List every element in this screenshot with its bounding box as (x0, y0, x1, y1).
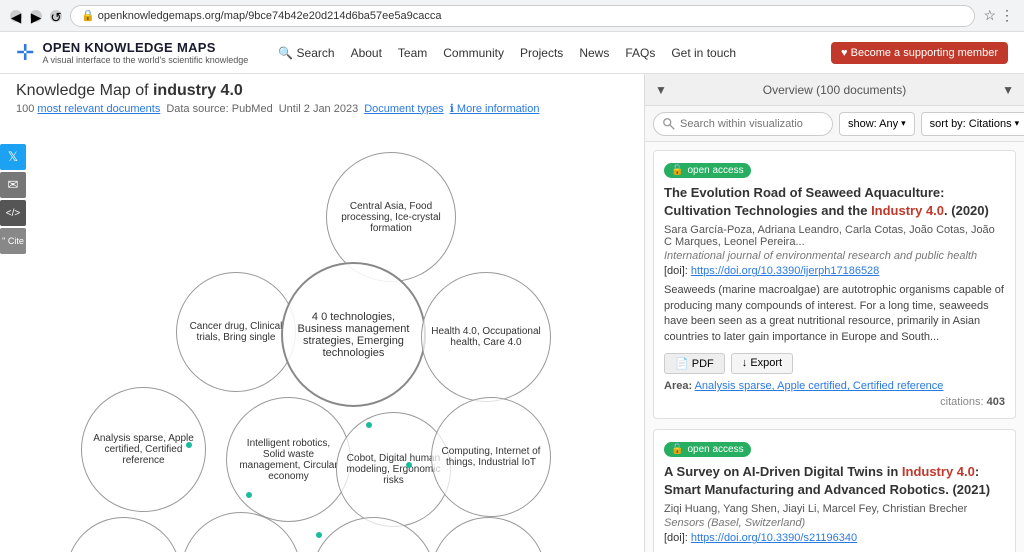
most-relevant-link[interactable]: most relevant documents (37, 103, 160, 115)
overview-label: Overview (100 documents) (763, 83, 906, 97)
teal-dot (316, 532, 322, 538)
document-list: 🔓 open access The Evolution Road of Seaw… (645, 142, 1024, 552)
show-dropdown[interactable]: show: Any ▾ (839, 112, 915, 136)
search-within-input[interactable] (653, 112, 833, 136)
browser-icons: ☆ ⋮ (983, 7, 1014, 24)
lock-open-icon: 🔓 (671, 165, 683, 176)
nav-team[interactable]: Team (398, 46, 427, 60)
citations: citations: 403 (664, 396, 1005, 408)
logo-text: OPEN KNOWLEDGE MAPS A visual interface t… (42, 40, 248, 65)
document-item: 🔓 open access A Survey on AI-Driven Digi… (653, 429, 1016, 552)
nav-about[interactable]: About (351, 46, 382, 60)
pdf-button[interactable]: 📄 PDF (664, 353, 725, 374)
doc-authors: Sara García-Poza, Adriana Leandro, Carla… (664, 224, 1005, 248)
map-circle-c2[interactable]: Cancer drug, Clinical trials, Bring sing… (176, 272, 296, 392)
right-panel: ▼ Overview (100 documents) ▼ show: Any ▾… (644, 74, 1024, 552)
embed-button[interactable]: </> (0, 200, 26, 226)
teal-dot (186, 442, 192, 448)
doc-title: The Evolution Road of Seaweed Aquacultur… (664, 184, 1005, 220)
map-circle-c3[interactable]: 4 0 technologies, Business management st… (281, 262, 426, 407)
expand-icon[interactable]: ▼ (1002, 83, 1014, 97)
twitter-button[interactable]: 𝕏 (0, 144, 26, 170)
map-circle-c4[interactable]: Health 4.0, Occupational health, Care 4.… (421, 272, 551, 402)
show-chevron-icon: ▾ (901, 118, 906, 129)
area-links[interactable]: Analysis sparse, Apple certified, Certif… (695, 380, 944, 392)
export-button[interactable]: ↓ Export (731, 353, 793, 374)
back-btn[interactable]: ◀ (10, 10, 22, 22)
doi-link[interactable]: https://doi.org/10.3390/s21196340 (691, 532, 857, 544)
doc-authors: Ziqi Huang, Yang Shen, Jiayi Li, Marcel … (664, 503, 1005, 515)
knowledge-map[interactable]: Central Asia, Food processing, Ice-cryst… (26, 142, 644, 552)
nav-search[interactable]: 🔍 Search (278, 46, 334, 60)
page-title: Knowledge Map of industry 4.0 (16, 82, 628, 100)
nav-faqs[interactable]: FAQs (625, 46, 655, 60)
document-types-link[interactable]: Document types (364, 103, 443, 115)
logo-icon: ✛ (16, 40, 34, 66)
email-button[interactable]: ✉ (0, 172, 26, 198)
map-circle-c8[interactable]: Computing, Internet of things, Industria… (431, 397, 551, 517)
doc-buttons: 📄 PDF ↓ Export (664, 353, 1005, 374)
support-button[interactable]: ♥ Become a supporting member (831, 42, 1008, 64)
page-layout: Knowledge Map of industry 4.0 100 most r… (0, 74, 1024, 552)
map-circle-c6[interactable]: Intelligent robotics, Solid waste manage… (226, 397, 351, 522)
doc-journal: International journal of environmental r… (664, 250, 1005, 262)
teal-dot (406, 462, 412, 468)
map-circle-c11[interactable]: EEG sensors, Manufacturing systems, Deep (431, 517, 546, 552)
sort-dropdown[interactable]: sort by: Citations ▾ (921, 112, 1024, 136)
panel-controls: show: Any ▾ sort by: Citations ▾ (645, 106, 1024, 142)
teal-dot (366, 422, 372, 428)
doc-doi: [doi]: https://doi.org/10.3390/s21196340 (664, 532, 1005, 544)
doi-link[interactable]: https://doi.org/10.3390/ijerph17186528 (691, 265, 879, 277)
more-info-link[interactable]: ℹ More information (450, 102, 540, 115)
nav-community[interactable]: Community (443, 46, 504, 60)
doc-area: Area: Analysis sparse, Apple certified, … (664, 380, 1005, 392)
page-meta: 100 most relevant documents Data source:… (16, 102, 628, 115)
cite-button[interactable]: " Cite (0, 228, 26, 254)
panel-top-bar: ▼ Overview (100 documents) ▼ (645, 74, 1024, 106)
nav-news[interactable]: News (579, 46, 609, 60)
sort-chevron-icon: ▾ (1015, 118, 1020, 129)
nav-links: 🔍 Search About Team Community Projects N… (278, 46, 831, 60)
lock-open-icon: 🔓 (671, 444, 683, 455)
open-access-badge: 🔓 open access (664, 442, 751, 457)
doc-doi: [doi]: https://doi.org/10.3390/ijerph171… (664, 265, 1005, 277)
social-sidebar: 𝕏 ✉ </> " Cite (0, 144, 26, 254)
nav-projects[interactable]: Projects (520, 46, 563, 60)
doc-journal: Sensors (Basel, Switzerland) (664, 517, 1005, 529)
doc-abstract: Seaweeds (marine macroalgae) are autotro… (664, 283, 1005, 345)
logo-area: ✛ OPEN KNOWLEDGE MAPS A visual interface… (16, 40, 248, 66)
doc-title: A Survey on AI-Driven Digital Twins in I… (664, 463, 1005, 499)
collapse-icon[interactable]: ▼ (655, 83, 667, 97)
teal-dot (246, 492, 252, 498)
nav-contact[interactable]: Get in touch (671, 46, 736, 60)
open-access-badge: 🔓 open access (664, 163, 751, 178)
url-bar[interactable]: 🔒 openknowledgemaps.org/map/9bce74b42e20… (70, 5, 975, 27)
title-highlight: Industry 4.0 (871, 203, 944, 218)
map-circle-c12[interactable]: Atkins diet, Azo dyes, Comparative study (66, 517, 181, 552)
browser-bar: ◀ ▶ ↺ 🔒 openknowledgemaps.org/map/9bce74… (0, 0, 1024, 32)
menu-icon[interactable]: ⋮ (1000, 7, 1014, 24)
refresh-btn[interactable]: ↺ (50, 10, 62, 22)
document-item: 🔓 open access The Evolution Road of Seaw… (653, 150, 1016, 419)
map-circle-c10[interactable]: Pharmaceutical development, Pharmaceutic… (311, 517, 436, 552)
forward-btn[interactable]: ▶ (30, 10, 42, 22)
bookmark-icon[interactable]: ☆ (983, 7, 996, 24)
page-header: Knowledge Map of industry 4.0 100 most r… (0, 74, 644, 119)
logo-title: OPEN KNOWLEDGE MAPS (42, 40, 248, 55)
title-highlight: Industry 4.0 (902, 464, 975, 479)
top-nav: ✛ OPEN KNOWLEDGE MAPS A visual interface… (0, 32, 1024, 74)
logo-sub: A visual interface to the world's scient… (42, 55, 248, 65)
map-circle-c5[interactable]: Analysis sparse, Apple certified, Certif… (81, 387, 206, 512)
left-panel: Knowledge Map of industry 4.0 100 most r… (0, 74, 644, 552)
